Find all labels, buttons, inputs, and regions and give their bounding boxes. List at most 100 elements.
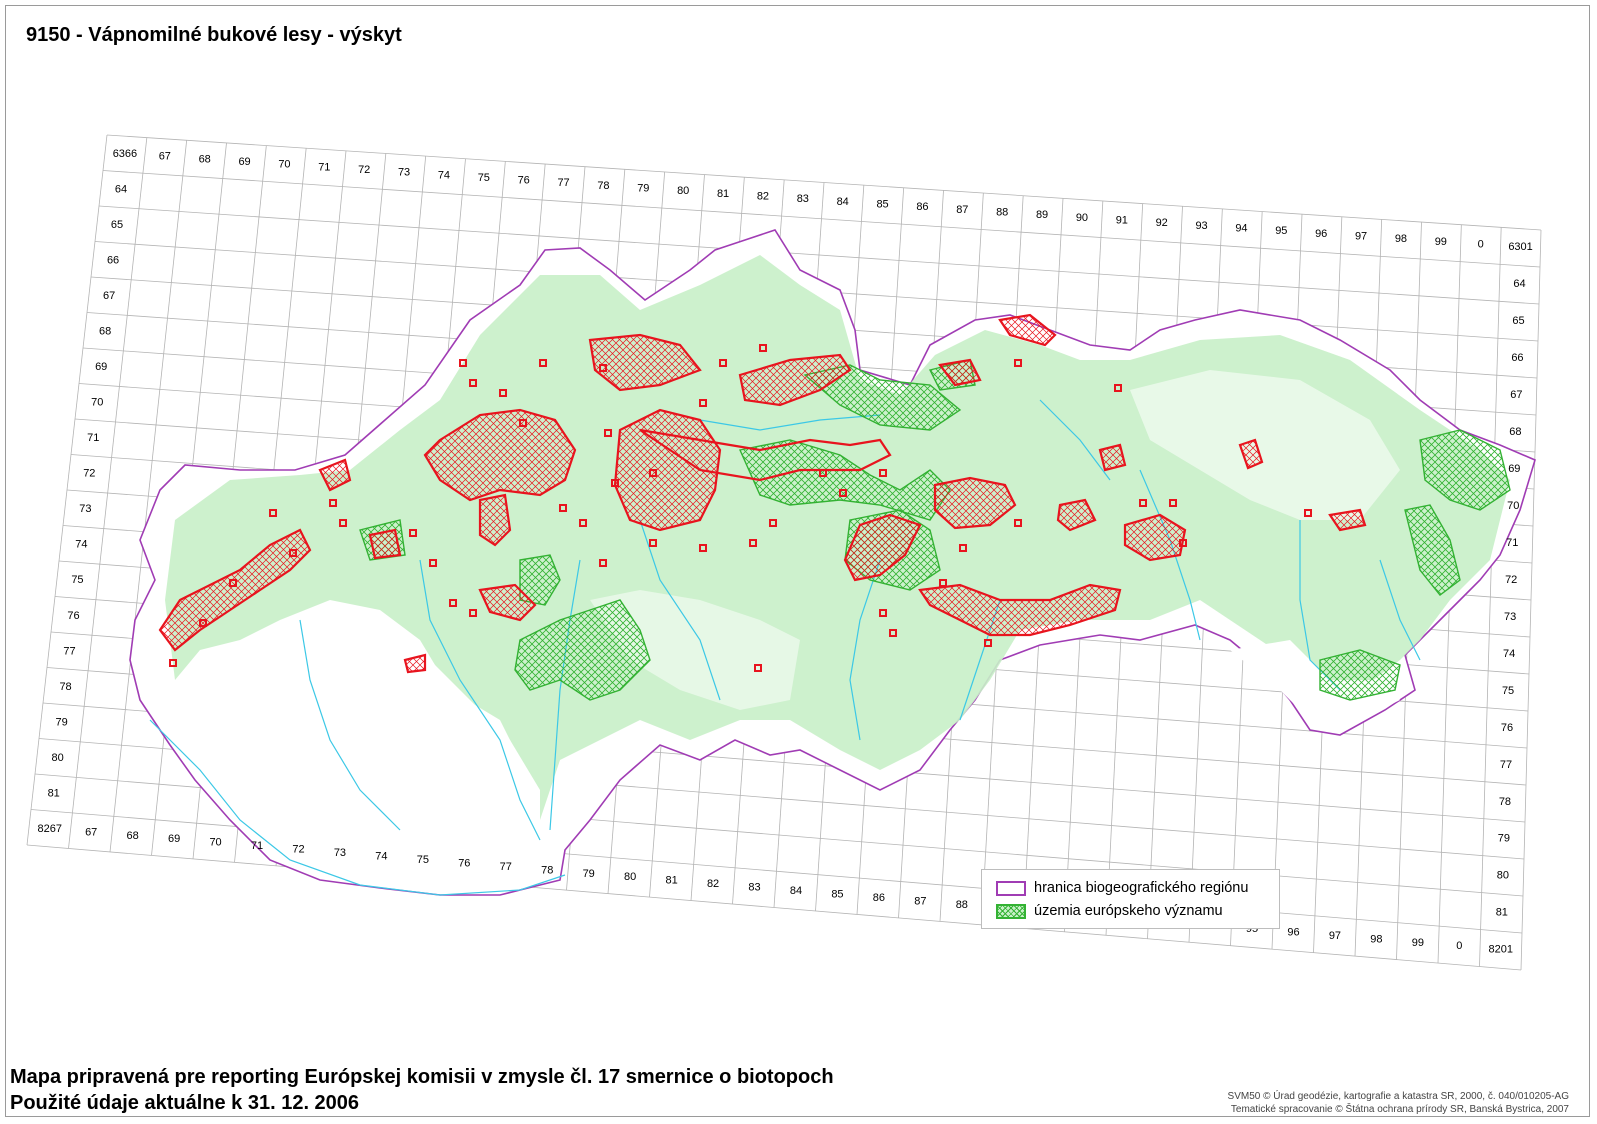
grid-label-left: 70: [91, 397, 103, 409]
grid-label-top: 89: [1036, 209, 1048, 221]
grid-label-right: 75: [1502, 685, 1514, 697]
grid-label-top: 74: [438, 169, 450, 181]
grid-label-top: 72: [358, 164, 370, 176]
grid-label-bottom: 77: [500, 861, 512, 873]
grid-label-top: 81: [717, 188, 729, 200]
grid-label-top: 71: [318, 161, 330, 173]
grid-label-bottom: 8201: [1489, 944, 1513, 956]
grid-label-bottom: 71: [251, 840, 263, 852]
grid-label-left: 65: [111, 219, 123, 231]
grid-label-bottom: 97: [1329, 930, 1341, 942]
grid-label-bottom: 80: [624, 871, 636, 883]
grid-label-bottom: 8267: [37, 823, 61, 835]
grid-label-top: 87: [956, 204, 968, 216]
grid-label-bottom: 79: [583, 868, 595, 880]
grid-label-right: 72: [1505, 574, 1517, 586]
grid-label-left: 76: [67, 610, 79, 622]
grid-label-right: 67: [1510, 389, 1522, 401]
grid-label-bottom: 69: [168, 833, 180, 845]
grid-label-bottom: 85: [831, 888, 843, 900]
grid-label-bottom: 98: [1370, 933, 1382, 945]
grid-label-bottom: 81: [665, 875, 677, 887]
grid-label-bottom: 87: [914, 895, 926, 907]
grid-label-top: 86: [916, 201, 928, 213]
grid-label-bottom: 84: [790, 885, 802, 897]
legend-label-sites: územia európskeho významu: [1034, 903, 1223, 919]
grid-label-left: 73: [79, 503, 91, 515]
grid-label-top: 99: [1435, 236, 1447, 248]
grid-label-right: 66: [1511, 352, 1523, 364]
grid-label-left: 69: [95, 361, 107, 373]
grid-label-right: 71: [1506, 537, 1518, 549]
grid-label-left: 78: [59, 681, 71, 693]
grid-label-top: 98: [1395, 233, 1407, 245]
grid-label-right: 74: [1503, 648, 1515, 660]
grid-label-bottom: 72: [292, 844, 304, 856]
credit-line-2: Tematické spracovanie © Štátna ochrana p…: [1230, 1104, 1569, 1115]
grid-label-top: 82: [757, 191, 769, 203]
grid-label-bottom: 82: [707, 878, 719, 890]
grid-label-bottom: 73: [334, 847, 346, 859]
grid-label-bottom: 67: [85, 826, 97, 838]
map-footer: Mapa pripravená pre reporting Európskej …: [10, 1064, 834, 1116]
grid-label-bottom: 0: [1456, 940, 1462, 952]
grid-label-top: 83: [797, 193, 809, 205]
grid-label-right: 64: [1513, 278, 1525, 290]
grid-label-left: 74: [75, 539, 87, 551]
grid-label-left: 66: [107, 255, 119, 267]
grid-label-bottom: 99: [1412, 937, 1424, 949]
grid-label-left: 72: [83, 468, 95, 480]
grid-label-right: 80: [1497, 870, 1509, 882]
hatched-area-icon: [996, 903, 1026, 919]
grid-label-right: 73: [1504, 611, 1516, 623]
grid-label-bottom: 70: [209, 837, 221, 849]
grid-label-left: 64: [115, 184, 127, 196]
grid-line: [102, 170, 1541, 268]
grid-label-left: 80: [52, 752, 64, 764]
grid-label-bottom: 76: [458, 857, 470, 869]
grid-label-bottom: 78: [541, 864, 553, 876]
grid-label-top: 94: [1235, 222, 1247, 234]
grid-line: [26, 844, 1522, 971]
grid-label-bottom: 83: [748, 882, 760, 894]
grid-label-top: 68: [199, 153, 211, 165]
legend-item-sites: územia európskeho významu: [996, 903, 1223, 919]
grid-label-right: 81: [1496, 907, 1508, 919]
map-canvas: 6366 67 68 69 70 71 72 73 74 75 76 77 78 79 80 81 82 83 84…: [26, 134, 1542, 971]
grid-label-top: 0: [1478, 238, 1484, 250]
grid-label-bottom: 96: [1287, 926, 1299, 938]
grid-label-bottom: 88: [956, 899, 968, 911]
grid-label-left: 71: [87, 432, 99, 444]
grid-label-left: 81: [48, 787, 60, 799]
legend-label-border: hranica biogeografického regiónu: [1034, 880, 1249, 896]
grid-label-top: 84: [837, 196, 849, 208]
grid-label-top: 77: [557, 177, 569, 189]
grid-label-top: 92: [1156, 217, 1168, 229]
grid-label-top: 75: [478, 172, 490, 184]
grid-label-top: 70: [278, 159, 290, 171]
legend-item-border: hranica biogeografického regiónu: [996, 880, 1248, 896]
grid-label-left: 75: [71, 574, 83, 586]
grid-label-top: 73: [398, 167, 410, 179]
grid-label-top: 78: [597, 180, 609, 192]
grid-label-top: 88: [996, 207, 1008, 219]
grid-label-top: 95: [1275, 225, 1287, 237]
grid-label-right: 65: [1512, 315, 1524, 327]
grid-label-right: 79: [1498, 833, 1510, 845]
grid-label-top: 76: [518, 175, 530, 187]
grid-label-left: 68: [99, 326, 111, 338]
grid-label-top: 69: [238, 156, 250, 168]
grid-label-top: 93: [1195, 220, 1207, 232]
footer-line-1: Mapa pripravená pre reporting Európskej …: [10, 1066, 834, 1088]
map-credits: SVM50 © Úrad geodézie, kartografie a kat…: [1228, 1090, 1569, 1116]
grid-label-right: 78: [1499, 796, 1511, 808]
grid-label-top: 97: [1355, 230, 1367, 242]
grid-label-top: 80: [677, 185, 689, 197]
grid-label-right: 70: [1507, 500, 1519, 512]
grid-label-right: 77: [1500, 759, 1512, 771]
grid-label-top: 79: [637, 183, 649, 195]
grid-label-right: 68: [1509, 426, 1521, 438]
grid-label-bottom: 75: [417, 854, 429, 866]
credit-line-1: SVM50 © Úrad geodézie, kartografie a kat…: [1227, 1091, 1569, 1102]
grid-label-top: 96: [1315, 228, 1327, 240]
